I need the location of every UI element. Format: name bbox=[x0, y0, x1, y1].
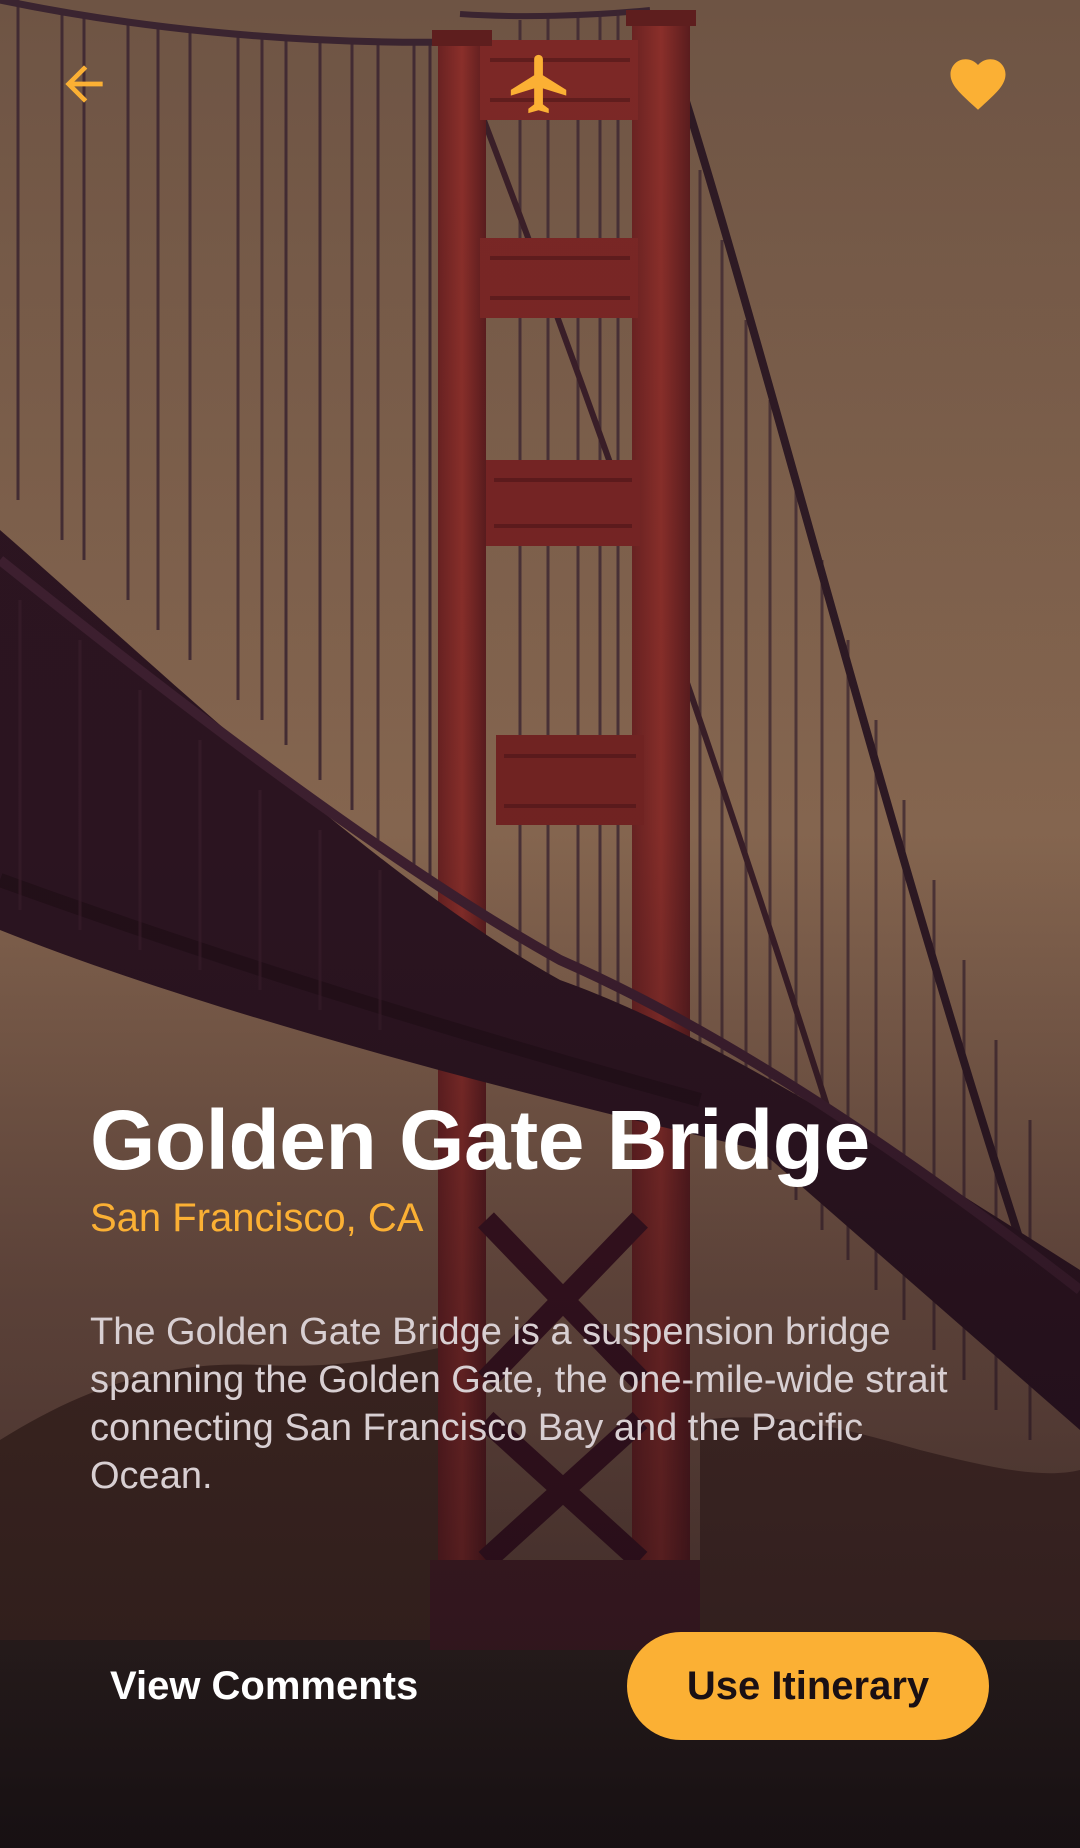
arrow-left-icon bbox=[65, 65, 103, 103]
airplane-icon bbox=[510, 54, 567, 114]
place-detail-screen: Golden Gate Bridge San Francisco, CA The… bbox=[0, 0, 1080, 1848]
use-itinerary-button[interactable]: Use Itinerary bbox=[627, 1632, 989, 1740]
hero-photo bbox=[0, 0, 1080, 1848]
action-bar: View Comments Use Itinerary bbox=[0, 1632, 1080, 1740]
place-description: The Golden Gate Bridge is a suspension b… bbox=[90, 1311, 948, 1497]
heart-icon bbox=[950, 59, 1006, 110]
place-title: Golden Gate Bridge bbox=[90, 1093, 870, 1187]
place-location: San Francisco, CA bbox=[90, 1196, 424, 1240]
place-info: Golden Gate Bridge San Francisco, CA The… bbox=[90, 1090, 990, 1500]
back-button[interactable] bbox=[34, 34, 134, 134]
app-logo bbox=[490, 34, 590, 134]
favorite-button[interactable] bbox=[928, 34, 1028, 134]
view-comments-button[interactable]: View Comments bbox=[110, 1632, 418, 1740]
